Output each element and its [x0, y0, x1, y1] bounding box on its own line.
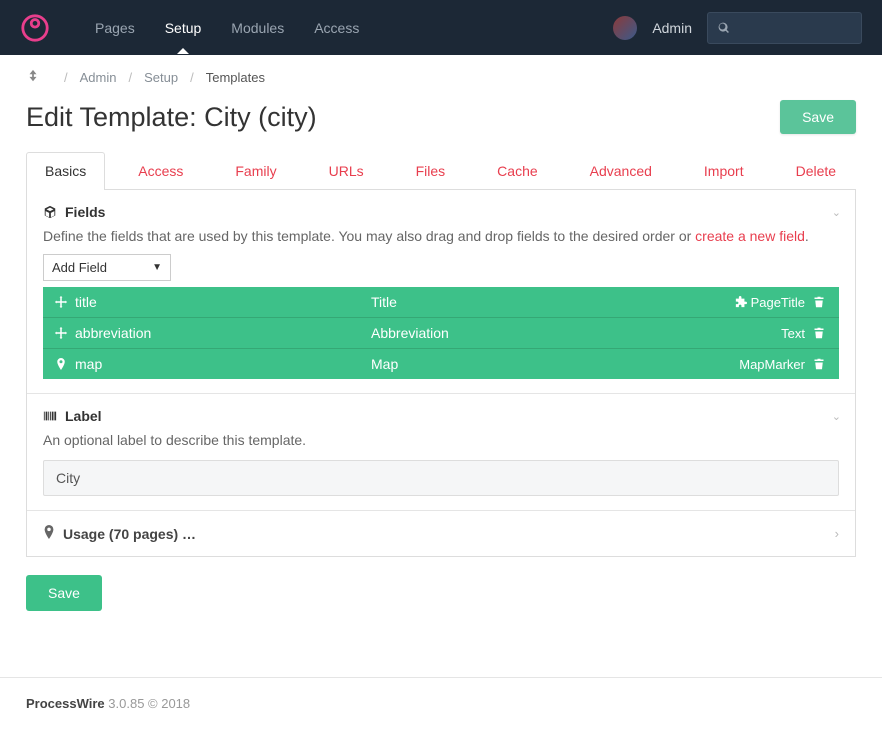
fields-title: Fields: [65, 204, 105, 220]
add-field-select[interactable]: Add Field ▼: [43, 254, 171, 281]
field-name: abbreviation: [75, 325, 371, 341]
nav-item-setup[interactable]: Setup: [150, 3, 217, 53]
nav-item-modules[interactable]: Modules: [216, 3, 299, 53]
marker-icon: [43, 525, 55, 542]
save-button[interactable]: Save: [780, 100, 856, 134]
create-field-link[interactable]: create a new field: [695, 228, 805, 244]
trash-icon[interactable]: [813, 296, 829, 308]
usage-text: Usage (70 pages) …: [63, 526, 196, 542]
footer-version: 3.0.85 © 2018: [108, 696, 190, 711]
nav-item-access[interactable]: Access: [299, 3, 374, 53]
caret-down-icon: ▼: [152, 262, 162, 273]
user-label[interactable]: Admin: [652, 20, 692, 36]
breadcrumb-admin[interactable]: Admin: [80, 70, 117, 85]
fields-desc: Define the fields that are used by this …: [43, 228, 839, 244]
tab-files[interactable]: Files: [397, 152, 465, 189]
breadcrumb-setup[interactable]: Setup: [144, 70, 178, 85]
search-icon: [718, 21, 730, 35]
nav-right: Admin: [613, 12, 862, 44]
page-title: Edit Template: City (city): [26, 102, 317, 133]
field-row-map[interactable]: mapMapMapMarker: [43, 349, 839, 379]
top-nav: PagesSetupModulesAccess Admin: [0, 0, 882, 55]
search-box[interactable]: [707, 12, 862, 44]
footer: ProcessWire 3.0.85 © 2018: [0, 677, 882, 729]
field-type: MapMarker: [739, 357, 805, 372]
label-section: Label ⌄ An optional label to describe th…: [27, 394, 855, 511]
breadcrumb: /Admin/Setup/Templates: [0, 55, 882, 100]
avatar[interactable]: [613, 16, 637, 40]
move-icon[interactable]: [53, 296, 69, 308]
field-label: Title: [371, 294, 735, 310]
chevron-right-icon: ›: [835, 526, 839, 541]
label-title: Label: [65, 408, 102, 424]
search-input[interactable]: [738, 20, 851, 35]
page-header: Edit Template: City (city) Save: [26, 100, 856, 134]
field-type: Text: [781, 326, 805, 341]
tab-delete[interactable]: Delete: [777, 152, 855, 189]
nav-item-pages[interactable]: Pages: [80, 3, 150, 53]
logo[interactable]: [20, 13, 50, 43]
label-input[interactable]: [43, 460, 839, 496]
field-name: title: [75, 294, 371, 310]
barcode-icon: [43, 409, 57, 423]
panel-basics: Fields ⌄ Define the fields that are used…: [26, 190, 856, 557]
chevron-down-icon[interactable]: ⌄: [832, 206, 841, 219]
field-type: PageTitle: [735, 295, 805, 310]
save-button-bottom[interactable]: Save: [26, 575, 102, 611]
move-icon[interactable]: [53, 327, 69, 339]
fields-section: Fields ⌄ Define the fields that are used…: [27, 190, 855, 394]
tab-advanced[interactable]: Advanced: [571, 152, 671, 189]
tabs: Basics Access Family URLs Files Cache Advanced…: [26, 152, 856, 190]
tab-import[interactable]: Import: [685, 152, 763, 189]
tab-urls[interactable]: URLs: [310, 152, 383, 189]
field-row-title[interactable]: titleTitlePageTitle: [43, 287, 839, 318]
tab-access[interactable]: Access: [119, 152, 202, 189]
label-desc: An optional label to describe this templ…: [43, 432, 839, 448]
footer-product: ProcessWire: [26, 696, 105, 711]
field-row-abbreviation[interactable]: abbreviationAbbreviationText: [43, 318, 839, 349]
usage-section[interactable]: Usage (70 pages) … ›: [27, 511, 855, 556]
nav-items: PagesSetupModulesAccess: [80, 3, 613, 53]
field-label: Map: [371, 356, 739, 372]
breadcrumb-templates[interactable]: Templates: [206, 70, 265, 85]
fields-header: Fields: [43, 204, 839, 220]
trash-icon[interactable]: [813, 327, 829, 339]
tree-icon[interactable]: [26, 69, 40, 86]
field-name: map: [75, 356, 371, 372]
field-label: Abbreviation: [371, 325, 781, 341]
chevron-down-icon[interactable]: ⌄: [832, 410, 841, 423]
field-list: titleTitlePageTitleabbreviationAbbreviat…: [43, 287, 839, 379]
tab-family[interactable]: Family: [216, 152, 295, 189]
marker-icon[interactable]: [53, 358, 69, 370]
tab-cache[interactable]: Cache: [478, 152, 556, 189]
cube-icon: [43, 205, 57, 219]
trash-icon[interactable]: [813, 358, 829, 370]
tab-basics[interactable]: Basics: [26, 152, 105, 190]
puzzle-icon: [735, 296, 747, 308]
label-header: Label: [43, 408, 839, 424]
content: Edit Template: City (city) Save Basics Ac…: [0, 100, 882, 637]
